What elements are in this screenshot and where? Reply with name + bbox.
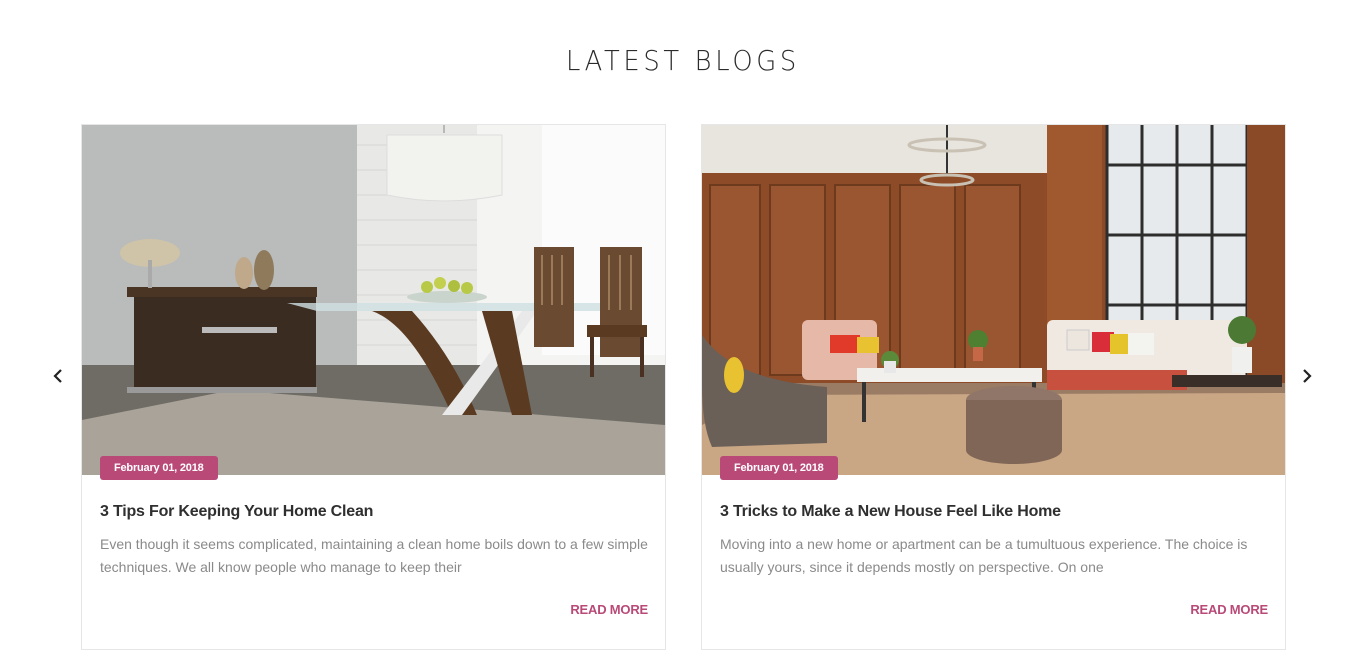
post-title[interactable]: 3 Tips For Keeping Your Home Clean <box>100 503 650 521</box>
chevron-right-icon <box>1303 369 1312 383</box>
carousel-prev-button[interactable] <box>48 366 68 386</box>
post-date-badge: February 01, 2018 <box>720 456 838 480</box>
post-excerpt: Even though it seems complicated, mainta… <box>100 536 648 575</box>
read-more-link[interactable]: READ MORE <box>570 602 648 617</box>
post-title[interactable]: 3 Tricks to Make a New House Feel Like H… <box>720 503 1270 521</box>
carousel-next-button[interactable] <box>1297 366 1317 386</box>
blog-card: February 01, 2018 3 Tips For Keeping You… <box>81 124 666 650</box>
blog-card: February 01, 2018 3 Tricks to Make a New… <box>701 124 1286 650</box>
post-excerpt: Moving into a new home or apartment can … <box>720 536 1248 575</box>
blog-image-dining-room[interactable] <box>82 125 665 475</box>
section-title: LATEST BLOGS <box>566 44 800 77</box>
blog-image-living-room[interactable] <box>702 125 1285 475</box>
chevron-left-icon <box>53 369 62 383</box>
read-more-link[interactable]: READ MORE <box>1190 602 1268 617</box>
post-date-badge: February 01, 2018 <box>100 456 218 480</box>
